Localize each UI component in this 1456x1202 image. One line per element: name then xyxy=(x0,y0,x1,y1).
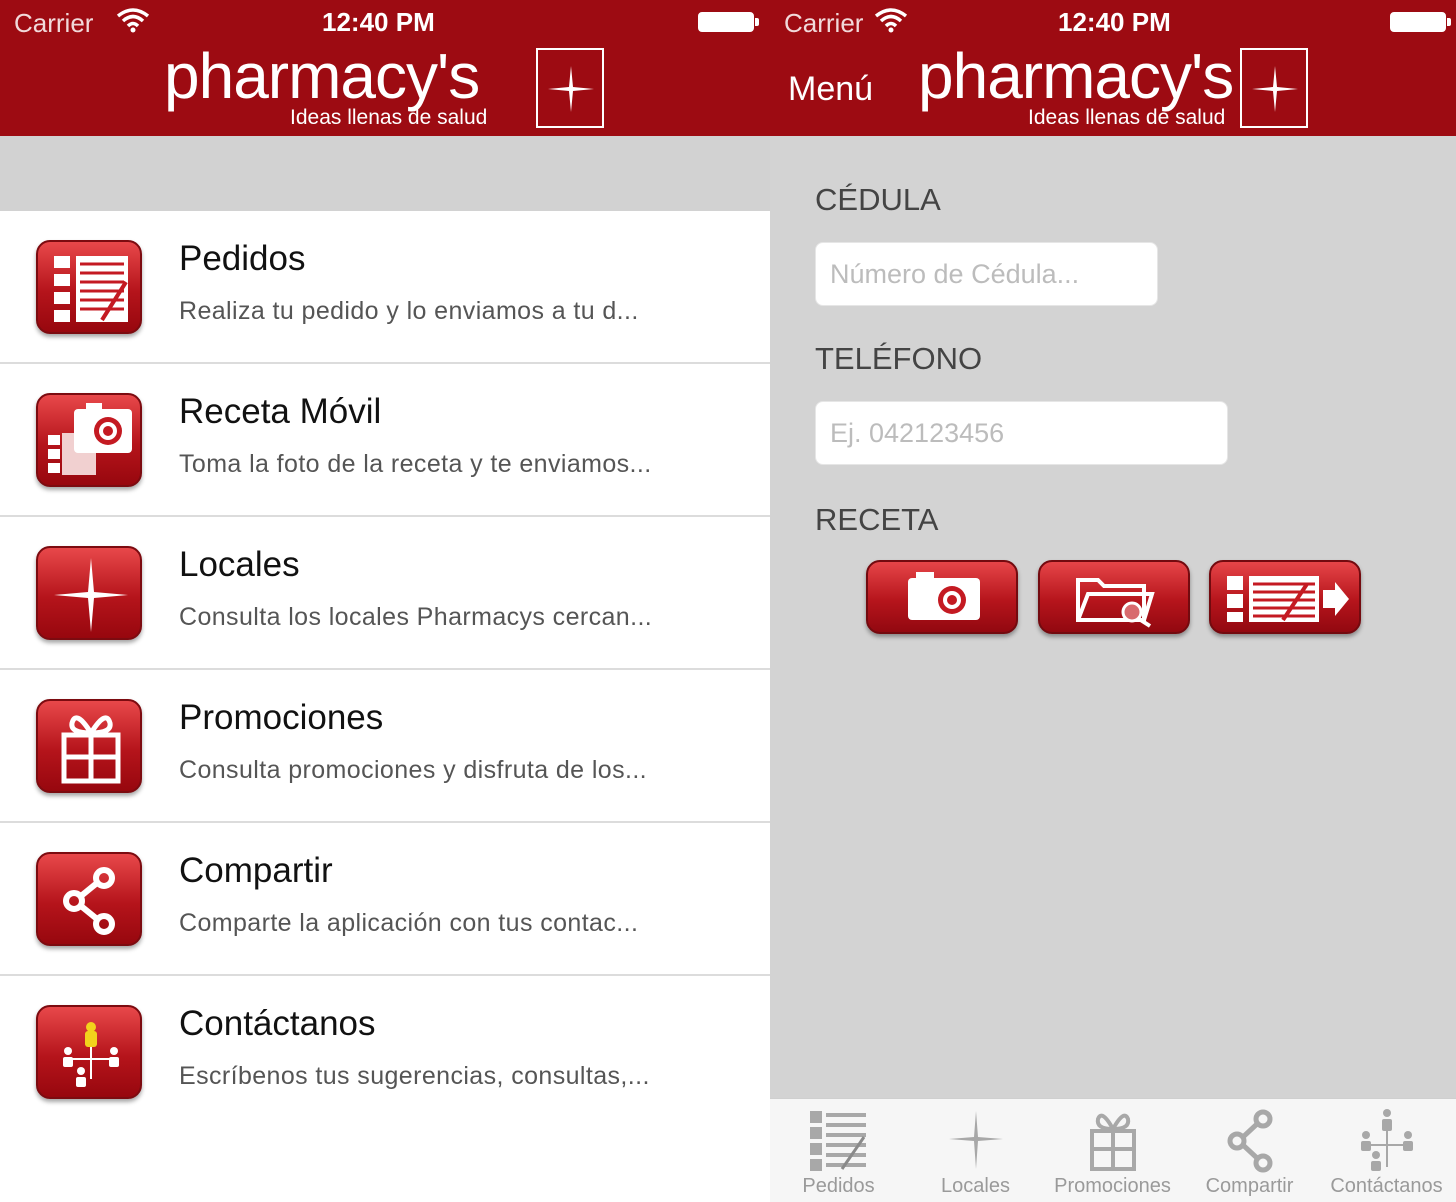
menu-item-locales[interactable]: Locales Consulta los locales Pharmacys c… xyxy=(0,517,770,670)
sparkle-icon xyxy=(949,1111,1003,1169)
tab-bar: Pedidos Locales Promociones Compartir Co… xyxy=(770,1098,1456,1202)
menu-item-title: Compartir xyxy=(179,851,333,890)
tab-label: Promociones xyxy=(1054,1175,1171,1197)
menu-item-description: Escríbenos tus sugerencias, consultas,..… xyxy=(179,1062,650,1090)
menu-item-description: Toma la foto de la receta y te enviamos.… xyxy=(179,450,652,478)
header-spacer xyxy=(0,136,770,211)
menu-item-pedidos[interactable]: Pedidos Realiza tu pedido y lo enviamos … xyxy=(0,211,770,364)
wifi-icon xyxy=(874,8,908,33)
share-icon xyxy=(1227,1109,1273,1173)
send-list-icon xyxy=(1227,576,1349,622)
brand-cross-logo xyxy=(536,48,604,128)
menu-item-title: Receta Móvil xyxy=(179,392,382,431)
order-list-icon xyxy=(36,240,142,334)
carrier-label: Carrier xyxy=(14,8,94,38)
wifi-icon xyxy=(116,8,150,33)
tab-label: Locales xyxy=(941,1175,1010,1197)
cedula-label: CÉDULA xyxy=(815,182,941,217)
folder-search-icon xyxy=(1076,578,1155,628)
tab-label: Compartir xyxy=(1205,1175,1294,1197)
share-icon xyxy=(36,852,142,946)
battery-icon xyxy=(1390,12,1451,32)
menu-button[interactable]: Menú xyxy=(788,70,873,109)
tab-label: Contáctanos xyxy=(1330,1175,1443,1197)
menu-list: Pedidos Realiza tu pedido y lo enviamos … xyxy=(0,211,770,1129)
menu-item-title: Promociones xyxy=(179,698,384,737)
camera-button[interactable] xyxy=(866,560,1018,634)
send-list-button[interactable] xyxy=(1209,560,1361,634)
menu-item-title: Contáctanos xyxy=(179,1004,376,1043)
menu-item-contactanos[interactable]: Contáctanos Escríbenos tus sugerencias, … xyxy=(0,976,770,1129)
receta-label: RECETA xyxy=(815,502,939,537)
gift-icon xyxy=(36,699,142,793)
tab-promociones[interactable]: Promociones xyxy=(1044,1099,1181,1202)
tab-contactanos[interactable]: Contáctanos xyxy=(1318,1099,1455,1202)
menu-item-promociones[interactable]: Promociones Consulta promociones y disfr… xyxy=(0,670,770,823)
folder-search-button[interactable] xyxy=(1038,560,1190,634)
status-bar: Carrier 12:40 PM xyxy=(0,0,770,44)
menu-item-compartir[interactable]: Compartir Comparte la aplicación con tus… xyxy=(0,823,770,976)
app-header: Carrier 12:40 PM Menú pharmacy's Ideas l… xyxy=(770,0,1456,136)
brand-logo-text: pharmacy's xyxy=(918,40,1234,112)
sparkle-icon xyxy=(36,546,142,640)
carrier-label: Carrier xyxy=(784,8,864,38)
clock: 12:40 PM xyxy=(1058,7,1171,37)
contacts-icon xyxy=(1361,1109,1413,1171)
menu-item-description: Comparte la aplicación con tus contac... xyxy=(179,909,639,937)
brand-logo-text: pharmacy's xyxy=(164,40,480,112)
order-list-icon xyxy=(810,1111,866,1171)
menu-item-title: Locales xyxy=(179,545,300,584)
telefono-label: TELÉFONO xyxy=(815,341,983,376)
camera-prescription-icon xyxy=(36,393,142,487)
telefono-input[interactable] xyxy=(815,401,1228,465)
main-menu-screen: Carrier 12:40 PM pharmacy's Ideas llenas… xyxy=(0,0,770,1202)
sparkle-icon xyxy=(1252,66,1298,112)
camera-icon xyxy=(908,572,980,620)
gift-icon xyxy=(1090,1113,1136,1171)
menu-item-description: Consulta los locales Pharmacys cercan... xyxy=(179,603,653,631)
menu-item-description: Consulta promociones y disfruta de los..… xyxy=(179,756,648,784)
sparkle-icon xyxy=(548,66,594,112)
brand-tagline: Ideas llenas de salud xyxy=(1028,106,1226,129)
battery-icon xyxy=(698,12,759,32)
tab-compartir[interactable]: Compartir xyxy=(1181,1099,1318,1202)
contacts-icon xyxy=(36,1005,142,1099)
menu-item-receta-movil[interactable]: Receta Móvil Toma la foto de la receta y… xyxy=(0,364,770,517)
tab-label: Pedidos xyxy=(802,1175,875,1197)
menu-item-description: Realiza tu pedido y lo enviamos a tu d..… xyxy=(179,297,639,325)
tab-locales[interactable]: Locales xyxy=(907,1099,1044,1202)
tab-pedidos[interactable]: Pedidos xyxy=(770,1099,907,1202)
brand-tagline: Ideas llenas de salud xyxy=(290,106,488,129)
app-header: Carrier 12:40 PM pharmacy's Ideas llenas… xyxy=(0,0,770,136)
receta-form-screen: Carrier 12:40 PM Menú pharmacy's Ideas l… xyxy=(770,0,1456,1202)
cedula-input[interactable] xyxy=(815,242,1158,306)
brand-cross-logo xyxy=(1240,48,1308,128)
menu-item-title: Pedidos xyxy=(179,239,306,278)
clock: 12:40 PM xyxy=(322,7,435,37)
status-bar: Carrier 12:40 PM xyxy=(770,0,1456,44)
